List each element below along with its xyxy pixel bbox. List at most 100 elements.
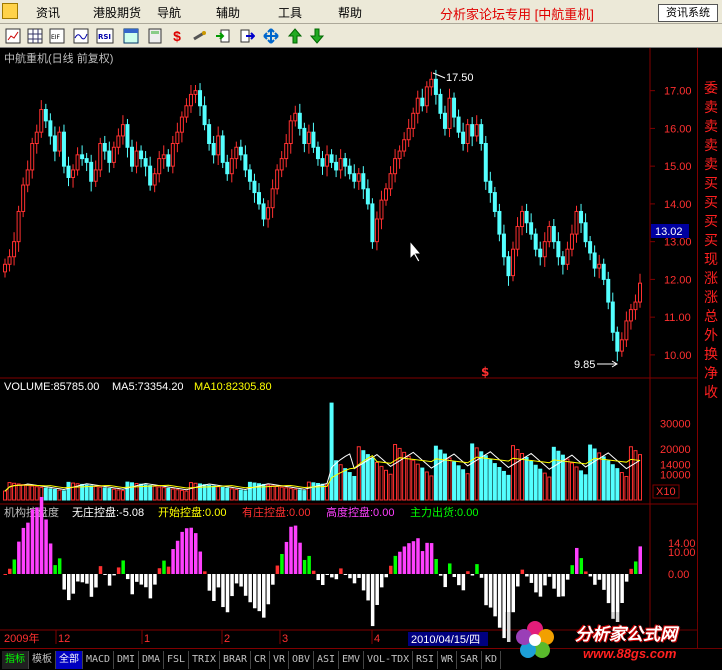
move-icon[interactable] <box>262 27 280 45</box>
indicator-bar <box>76 574 80 582</box>
candle-body <box>93 169 98 182</box>
export-icon[interactable] <box>238 27 256 45</box>
indicator-bar <box>593 574 597 585</box>
volume-bar <box>515 449 520 501</box>
eif-icon[interactable]: EIF <box>48 27 66 45</box>
indicator-bar <box>633 561 638 574</box>
indicator-tab[interactable]: MACD <box>83 651 115 669</box>
candle-body <box>329 154 334 163</box>
grid-icon[interactable] <box>26 27 44 45</box>
indicator-tab[interactable]: WR <box>438 651 458 669</box>
indicator-bar <box>602 574 606 590</box>
chart-area[interactable]: 中航重机(日线 前复权) 17.00 16.00 15.00 14.00 13.00 12… <box>0 48 722 648</box>
candle-body <box>116 135 121 148</box>
indicator-bar <box>556 574 561 597</box>
candle-body <box>193 90 198 95</box>
candle-body <box>139 150 144 160</box>
link-icon[interactable] <box>190 27 208 45</box>
app-menu-icon[interactable] <box>2 3 18 19</box>
volume-bar <box>107 488 112 501</box>
indicator-bar <box>112 574 116 576</box>
indicator-tab[interactable]: OBV <box>289 651 315 669</box>
menu-tools[interactable]: 工具 <box>278 4 302 21</box>
time-axis-month: 1 <box>144 633 150 645</box>
indicator-bar <box>89 574 94 597</box>
candle-body <box>66 165 71 178</box>
volume-bar <box>406 455 411 501</box>
import-icon[interactable] <box>214 27 232 45</box>
candle-body <box>388 173 393 190</box>
rsi-icon[interactable]: RSI <box>96 27 114 45</box>
volume-bar <box>130 482 134 501</box>
indicator-bar <box>135 574 139 582</box>
menu-assist[interactable]: 辅助 <box>216 4 240 21</box>
volume-bar <box>170 488 175 501</box>
candle-body <box>365 188 370 205</box>
indicator-tab[interactable]: VR <box>270 651 290 669</box>
indicator-tab[interactable]: DMA <box>139 651 165 669</box>
indicator-bar <box>175 540 180 574</box>
watermark-url: www.88gs.com <box>583 646 677 661</box>
indicator-bar <box>389 565 393 574</box>
volume-y-tick: 20000 <box>660 444 691 456</box>
menu-help[interactable]: 帮助 <box>338 4 362 21</box>
indicator-tab[interactable]: 指标 <box>2 651 29 669</box>
chart-icon[interactable] <box>4 27 22 45</box>
dollar-icon[interactable]: $ <box>168 27 186 45</box>
volume-bar <box>225 487 230 501</box>
candle-body <box>619 339 624 352</box>
indicator-bar <box>352 574 357 584</box>
candle-body <box>7 256 12 265</box>
candle-body <box>225 161 230 175</box>
menu-navigation[interactable]: 导航 <box>157 4 181 21</box>
volume-bar <box>179 489 184 501</box>
trend-icon[interactable] <box>72 27 90 45</box>
indicator-bar <box>348 574 352 579</box>
indicator-bar <box>53 565 57 574</box>
svg-text:EIF: EIF <box>51 34 61 41</box>
indicator-tab[interactable]: TRIX <box>189 651 221 669</box>
menu-hk-futures[interactable]: 港股期货 <box>93 4 141 21</box>
candle-body <box>207 124 212 144</box>
volume-bar <box>488 459 493 501</box>
volume-bar <box>43 487 48 501</box>
candle-body <box>456 116 461 133</box>
indicator-tab[interactable]: FSL <box>164 651 190 669</box>
time-axis-month: 2 <box>224 633 230 645</box>
calc-icon[interactable] <box>146 27 164 45</box>
event-marker[interactable]: $ <box>481 365 489 379</box>
indicator-tab[interactable]: EMV <box>339 651 365 669</box>
indicator-tab[interactable]: VOL-TDX <box>364 651 414 669</box>
candle-body <box>238 146 243 156</box>
volume-bar <box>247 481 252 501</box>
indicator-bar <box>575 547 579 574</box>
price-y-tick: 15.00 <box>664 161 692 173</box>
volume-bar <box>569 462 574 501</box>
window-icon[interactable] <box>122 27 140 45</box>
indicator-tab[interactable]: ASI <box>314 651 340 669</box>
indicator-tab[interactable]: BRAR <box>220 651 252 669</box>
indicator-bar <box>293 525 298 574</box>
indicator-tab[interactable]: SAR <box>457 651 483 669</box>
menu-info[interactable]: 资讯 <box>36 4 60 21</box>
arrow-up-icon[interactable] <box>286 27 304 45</box>
indicator-tab[interactable]: 全部 <box>56 651 83 669</box>
volume-bar <box>220 486 225 501</box>
info-system-button[interactable]: 资讯系统 <box>658 4 718 22</box>
indicator-bar <box>17 541 21 574</box>
indicator-tab[interactable]: RSI <box>413 651 439 669</box>
indicator-tab[interactable]: CR <box>251 651 271 669</box>
candle-body <box>529 222 534 235</box>
indicator-bar <box>316 574 320 581</box>
indicator-bar <box>153 574 157 585</box>
volume-bar <box>229 488 234 501</box>
arrow-down-icon[interactable] <box>308 27 326 45</box>
candle-body <box>352 173 357 182</box>
indicator-bar <box>21 527 26 574</box>
indicator-tab[interactable]: DMI <box>114 651 140 669</box>
indicator-tab[interactable]: KD <box>482 651 502 669</box>
volume-bar <box>465 473 470 501</box>
indicator-tab[interactable]: 模板 <box>29 651 56 669</box>
candle-body <box>511 248 515 277</box>
volume-bar <box>30 485 35 501</box>
